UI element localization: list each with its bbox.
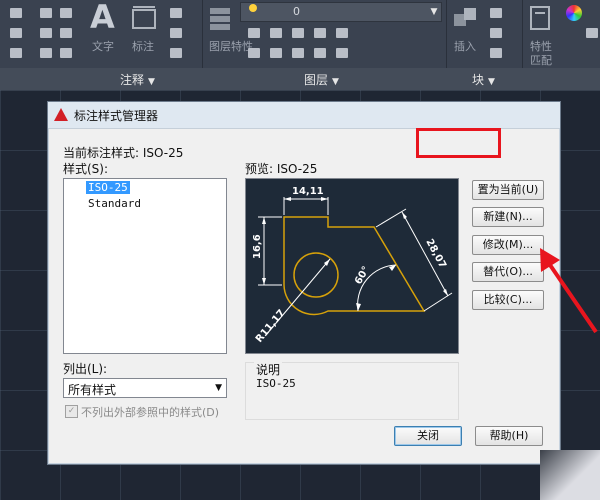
override-style-button[interactable]: 替代(O)...	[472, 262, 544, 282]
layer-tool-icon[interactable]	[270, 28, 282, 38]
chevron-down-icon[interactable]: ▼	[215, 383, 222, 393]
autocad-logo-icon	[54, 108, 68, 121]
dim-arrow	[443, 289, 448, 296]
dialog-titlebar[interactable]: 标注样式管理器	[48, 102, 560, 129]
layer-tool-icon[interactable]	[292, 28, 304, 38]
layer-combo[interactable]: 0 ▼	[240, 2, 442, 22]
description-value: ISO-25	[256, 377, 296, 390]
dim-arrow	[262, 217, 266, 224]
description-label: 说明	[254, 361, 283, 378]
modify-tool-icon[interactable]	[40, 28, 52, 38]
dim-arrow	[402, 212, 407, 219]
panel-annotation-label: 注释	[120, 73, 145, 87]
dim-text-top: 14,11	[292, 186, 324, 197]
panel-layers[interactable]: 图层 ▼	[304, 71, 339, 88]
modify-highlight-box	[416, 128, 501, 158]
ribbon: A 文字 标注 图层特性 0 ▼ 插入 特性 匹配	[0, 0, 600, 90]
layer-tool-icon[interactable]	[292, 48, 304, 58]
layer-tool-icon[interactable]	[314, 28, 326, 38]
chevron-down-icon: ▼	[148, 77, 155, 87]
panel-block[interactable]: 块 ▼	[472, 71, 495, 88]
chevron-down-icon: ▼	[488, 77, 495, 87]
insert-label: 插入	[454, 40, 476, 53]
annotation-tool-icon[interactable]	[170, 8, 182, 18]
new-style-button[interactable]: 新建(N)...	[472, 207, 544, 227]
dim-text-radius: R11,17	[254, 308, 288, 345]
panel-layers-label: 图层	[304, 73, 329, 87]
list-item[interactable]: Standard	[88, 197, 141, 210]
modify-tool-icon[interactable]	[40, 48, 52, 58]
dimension-tool-label: 标注	[132, 40, 154, 53]
modify-tool-icon[interactable]	[60, 8, 72, 18]
modify-tool-icon[interactable]	[60, 28, 72, 38]
close-button[interactable]: 关闭	[394, 426, 462, 446]
layer-tool-icon[interactable]	[248, 28, 260, 38]
dim-text-left: 16,6	[252, 234, 263, 259]
layer-properties-icon[interactable]	[208, 4, 234, 32]
insert-block-icon[interactable]	[452, 4, 480, 32]
layer-tool-icon[interactable]	[336, 28, 348, 38]
match-properties-icon[interactable]	[528, 4, 556, 32]
modify-style-button[interactable]: 修改(M)...	[472, 235, 544, 255]
modify-tool-icon[interactable]	[40, 8, 52, 18]
preview-drawing: 14,11 16,6 28,07 60° R11,17	[252, 186, 453, 345]
ribbon-panel-bar	[0, 68, 600, 91]
help-button[interactable]: 帮助(H)	[475, 426, 543, 446]
compare-style-button[interactable]: 比较(C)...	[472, 290, 544, 310]
dim-arrow	[321, 197, 328, 201]
draw-tool-icon[interactable]	[10, 8, 22, 18]
dim-extension-line	[375, 208, 407, 228]
property-tool-icon[interactable]	[586, 28, 598, 38]
panel-annotation[interactable]: 注释 ▼	[120, 71, 155, 88]
dialog-title: 标注样式管理器	[74, 109, 159, 123]
draw-tool-icon[interactable]	[10, 48, 22, 58]
dim-text-angle: 60°	[353, 265, 372, 287]
modify-tool-icon[interactable]	[60, 48, 72, 58]
list-item[interactable]: ISO-25	[86, 181, 130, 194]
layer-tool-icon[interactable]	[314, 48, 326, 58]
layer-name: 0	[293, 5, 300, 18]
layer-tool-icon[interactable]	[270, 48, 282, 58]
annotation-tool-icon[interactable]	[170, 28, 182, 38]
list-filter-value: 所有样式	[68, 383, 117, 397]
dim-text-right: 28,07	[423, 237, 448, 270]
corner-decoration	[540, 450, 600, 500]
match-label: 匹配	[530, 54, 552, 67]
dim-arrow	[284, 197, 291, 201]
style-preview: 14,11 16,6 28,07 60° R11,17	[245, 178, 459, 354]
block-tool-icon[interactable]	[490, 28, 502, 38]
current-style-label: 当前标注样式: ISO-25	[63, 146, 184, 160]
text-tool-icon[interactable]: A	[90, 0, 115, 36]
exclude-xref-label: 不列出外部参照中的样式(D)	[81, 406, 220, 419]
list-filter-label: 列出(L):	[63, 362, 108, 376]
chevron-down-icon: ▼	[332, 77, 339, 87]
preview-label: 预览: ISO-25	[245, 162, 318, 176]
description-group: 说明 ISO-25	[245, 361, 459, 420]
preview-geometry	[283, 216, 426, 316]
layer-tool-icon[interactable]	[336, 48, 348, 58]
styles-label: 样式(S):	[63, 162, 109, 176]
color-wheel-icon[interactable]	[566, 5, 582, 21]
layer-tool-icon[interactable]	[248, 48, 260, 58]
list-filter-select[interactable]: 所有样式 ▼	[63, 378, 227, 398]
layer-on-icon	[249, 4, 257, 12]
text-tool-label: 文字	[92, 40, 114, 53]
exclude-xref-checkbox[interactable]: ✓	[65, 405, 78, 418]
block-tool-icon[interactable]	[490, 48, 502, 58]
dimension-tool-icon[interactable]	[130, 4, 158, 32]
dim-arrow	[262, 278, 266, 285]
panel-block-label: 块	[472, 73, 485, 87]
set-current-button[interactable]: 置为当前(U)	[472, 180, 544, 200]
chevron-down-icon[interactable]: ▼	[427, 3, 441, 21]
block-tool-icon[interactable]	[490, 8, 502, 18]
table-icon[interactable]	[170, 48, 182, 58]
layer-properties-label: 图层特性	[209, 40, 253, 53]
styles-list[interactable]: ISO-25 Standard	[63, 178, 227, 354]
draw-tool-icon[interactable]	[10, 28, 22, 38]
dim-arrow	[356, 303, 361, 311]
